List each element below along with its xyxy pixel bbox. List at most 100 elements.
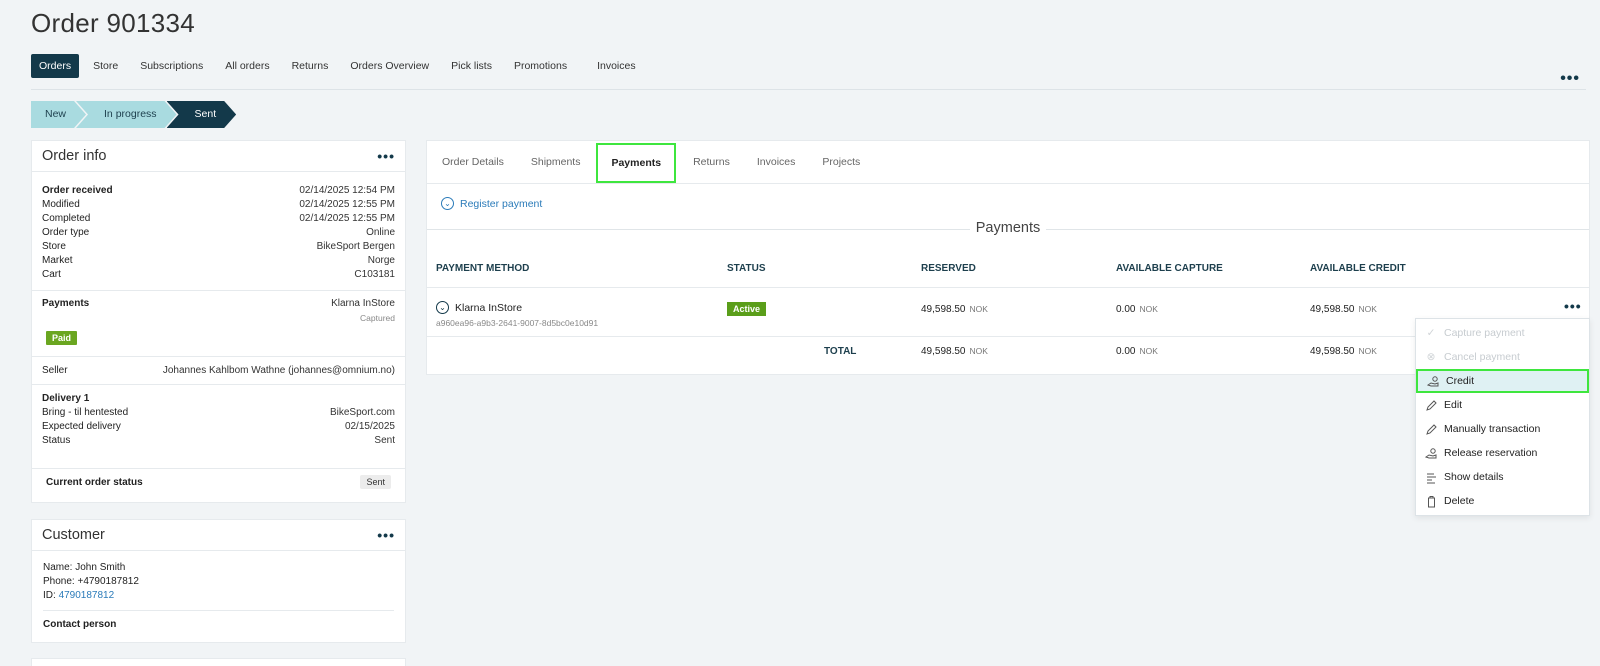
tab-shipments[interactable]: Shipments bbox=[520, 141, 592, 183]
tab-payments[interactable]: Payments bbox=[596, 143, 677, 183]
menu-item-cancel-payment[interactable]: ⊗ Cancel payment bbox=[1416, 345, 1589, 369]
nav-pick-lists[interactable]: Pick lists bbox=[443, 54, 500, 78]
order-received-value: 02/14/2025 12:54 PM bbox=[299, 185, 395, 196]
customer-card: Customer ••• Name: John Smith Phone: +47… bbox=[31, 519, 406, 643]
completed-label: Completed bbox=[42, 213, 91, 224]
menu-item-delete[interactable]: Delete bbox=[1416, 489, 1589, 513]
total-reserved: 49,598.50 bbox=[921, 346, 966, 357]
delivery-status-value: Sent bbox=[374, 435, 395, 446]
delivery-status-label: Status bbox=[42, 435, 71, 446]
nav-returns[interactable]: Returns bbox=[284, 54, 337, 78]
chevron-down-icon: ⌄ bbox=[441, 197, 454, 210]
col-status: STATUS bbox=[727, 263, 766, 274]
payments-label: Payments bbox=[42, 298, 90, 309]
row-more-icon[interactable]: ••• bbox=[1564, 298, 1582, 314]
step-in-progress: In progress bbox=[76, 101, 177, 128]
col-payment-method: PAYMENT METHOD bbox=[436, 263, 530, 274]
order-info-header: Order info ••• bbox=[32, 141, 405, 172]
cart-label: Cart bbox=[42, 269, 61, 280]
top-navigation: Orders Store Subscriptions All orders Re… bbox=[31, 54, 650, 78]
expand-row-icon[interactable]: ⌄ bbox=[436, 301, 449, 314]
cart-value: C103181 bbox=[354, 269, 395, 280]
current-order-status-badge: Sent bbox=[360, 475, 391, 489]
nav-subscriptions[interactable]: Subscriptions bbox=[132, 54, 211, 78]
nav-invoices[interactable]: Invoices bbox=[589, 54, 644, 78]
payments-section-title: Payments bbox=[427, 220, 1589, 238]
tab-returns[interactable]: Returns bbox=[682, 141, 741, 183]
cancel-circle-icon: ⊗ bbox=[1426, 351, 1436, 363]
page-title: Order 901334 bbox=[31, 8, 196, 38]
reserved-currency: NOK bbox=[969, 304, 988, 314]
credit-amount: 49,598.50 bbox=[1310, 304, 1355, 315]
total-credit: 49,598.50 bbox=[1310, 346, 1355, 357]
capture-amount: 0.00 bbox=[1116, 304, 1136, 315]
paid-badge: Paid bbox=[46, 331, 78, 345]
menu-item-capture-payment[interactable]: ✓ Capture payment bbox=[1416, 321, 1589, 345]
total-capture-currency: NOK bbox=[1139, 346, 1158, 356]
customer-id-link[interactable]: 4790187812 bbox=[59, 590, 115, 601]
customer-id-label: ID: bbox=[43, 590, 56, 601]
tab-invoices[interactable]: Invoices bbox=[746, 141, 807, 183]
next-card bbox=[31, 658, 406, 666]
nav-promotions[interactable]: Promotions bbox=[506, 54, 575, 78]
delivery-title: Delivery 1 bbox=[42, 393, 90, 404]
register-payment-link[interactable]: ⌄ Register payment bbox=[441, 197, 1589, 210]
nav-all-orders[interactable]: All orders bbox=[217, 54, 277, 78]
store-link[interactable]: BikeSport Bergen bbox=[317, 240, 395, 254]
menu-item-show-details[interactable]: Show details bbox=[1416, 465, 1589, 489]
modified-value: 02/14/2025 12:55 PM bbox=[299, 199, 395, 210]
expected-delivery-label: Expected delivery bbox=[42, 421, 121, 432]
delivery-method-label: Bring - til hentested bbox=[42, 407, 129, 418]
total-credit-currency: NOK bbox=[1358, 346, 1377, 356]
capture-currency: NOK bbox=[1139, 304, 1158, 314]
tab-projects[interactable]: Projects bbox=[811, 141, 871, 183]
menu-item-edit[interactable]: Edit bbox=[1416, 393, 1589, 417]
order-info-more-icon[interactable]: ••• bbox=[377, 148, 395, 164]
col-available-capture: AVAILABLE CAPTURE bbox=[1116, 263, 1223, 274]
seller-value: Johannes Kahlbom Wathne (johannes@omnium… bbox=[162, 365, 395, 376]
col-reserved: RESERVED bbox=[921, 263, 976, 274]
completed-value: 02/14/2025 12:55 PM bbox=[299, 213, 395, 224]
payments-table-header: PAYMENT METHOD STATUS RESERVED AVAILABLE… bbox=[427, 263, 1589, 283]
seller-label: Seller bbox=[42, 365, 68, 376]
hand-money-icon bbox=[1426, 374, 1440, 388]
market-label: Market bbox=[42, 255, 73, 266]
payment-context-menu: ✓ Capture payment ⊗ Cancel payment Credi… bbox=[1415, 318, 1590, 516]
more-options-icon[interactable]: ••• bbox=[1560, 70, 1580, 88]
total-label: TOTAL bbox=[824, 346, 857, 357]
check-icon: ✓ bbox=[1426, 327, 1436, 339]
col-available-credit: AVAILABLE CREDIT bbox=[1310, 263, 1406, 274]
pencil-icon bbox=[1424, 398, 1438, 412]
status-badge: Active bbox=[727, 302, 767, 316]
list-details-icon bbox=[1424, 470, 1438, 484]
order-received-label: Order received bbox=[42, 185, 113, 196]
trash-icon bbox=[1424, 494, 1438, 508]
menu-item-credit[interactable]: Credit bbox=[1416, 369, 1589, 393]
nav-divider bbox=[31, 89, 1586, 90]
customer-more-icon[interactable]: ••• bbox=[377, 527, 395, 543]
customer-title: Customer bbox=[42, 527, 105, 543]
store-label: Store bbox=[42, 241, 66, 252]
order-type-label: Order type bbox=[42, 227, 90, 238]
order-info-title: Order info bbox=[42, 148, 107, 164]
menu-item-release-reservation[interactable]: Release reservation bbox=[1416, 441, 1589, 465]
current-order-status-label: Current order status bbox=[46, 476, 143, 488]
total-capture: 0.00 bbox=[1116, 346, 1136, 357]
modified-label: Modified bbox=[42, 199, 80, 210]
order-progress-steps: New In progress Sent bbox=[31, 101, 226, 128]
contact-person-label: Contact person bbox=[43, 619, 117, 630]
customer-header: Customer ••• bbox=[32, 520, 405, 551]
nav-orders[interactable]: Orders bbox=[31, 54, 80, 78]
nav-store[interactable]: Store bbox=[85, 54, 126, 78]
nav-orders-overview[interactable]: Orders Overview bbox=[342, 54, 437, 78]
hand-money-icon bbox=[1424, 446, 1438, 460]
order-info-card: Order info ••• Order received 02/14/2025 … bbox=[31, 140, 406, 503]
tab-order-details[interactable]: Order Details bbox=[431, 141, 515, 183]
step-new: New bbox=[31, 101, 86, 128]
payments-value: Klarna InStore bbox=[331, 298, 395, 309]
payments-status: Captured bbox=[360, 313, 395, 323]
market-value: Norge bbox=[367, 255, 395, 266]
order-type-value: Online bbox=[366, 227, 395, 238]
reserved-amount: 49,598.50 bbox=[921, 304, 966, 315]
menu-item-manually-transaction[interactable]: Manually transaction bbox=[1416, 417, 1589, 441]
